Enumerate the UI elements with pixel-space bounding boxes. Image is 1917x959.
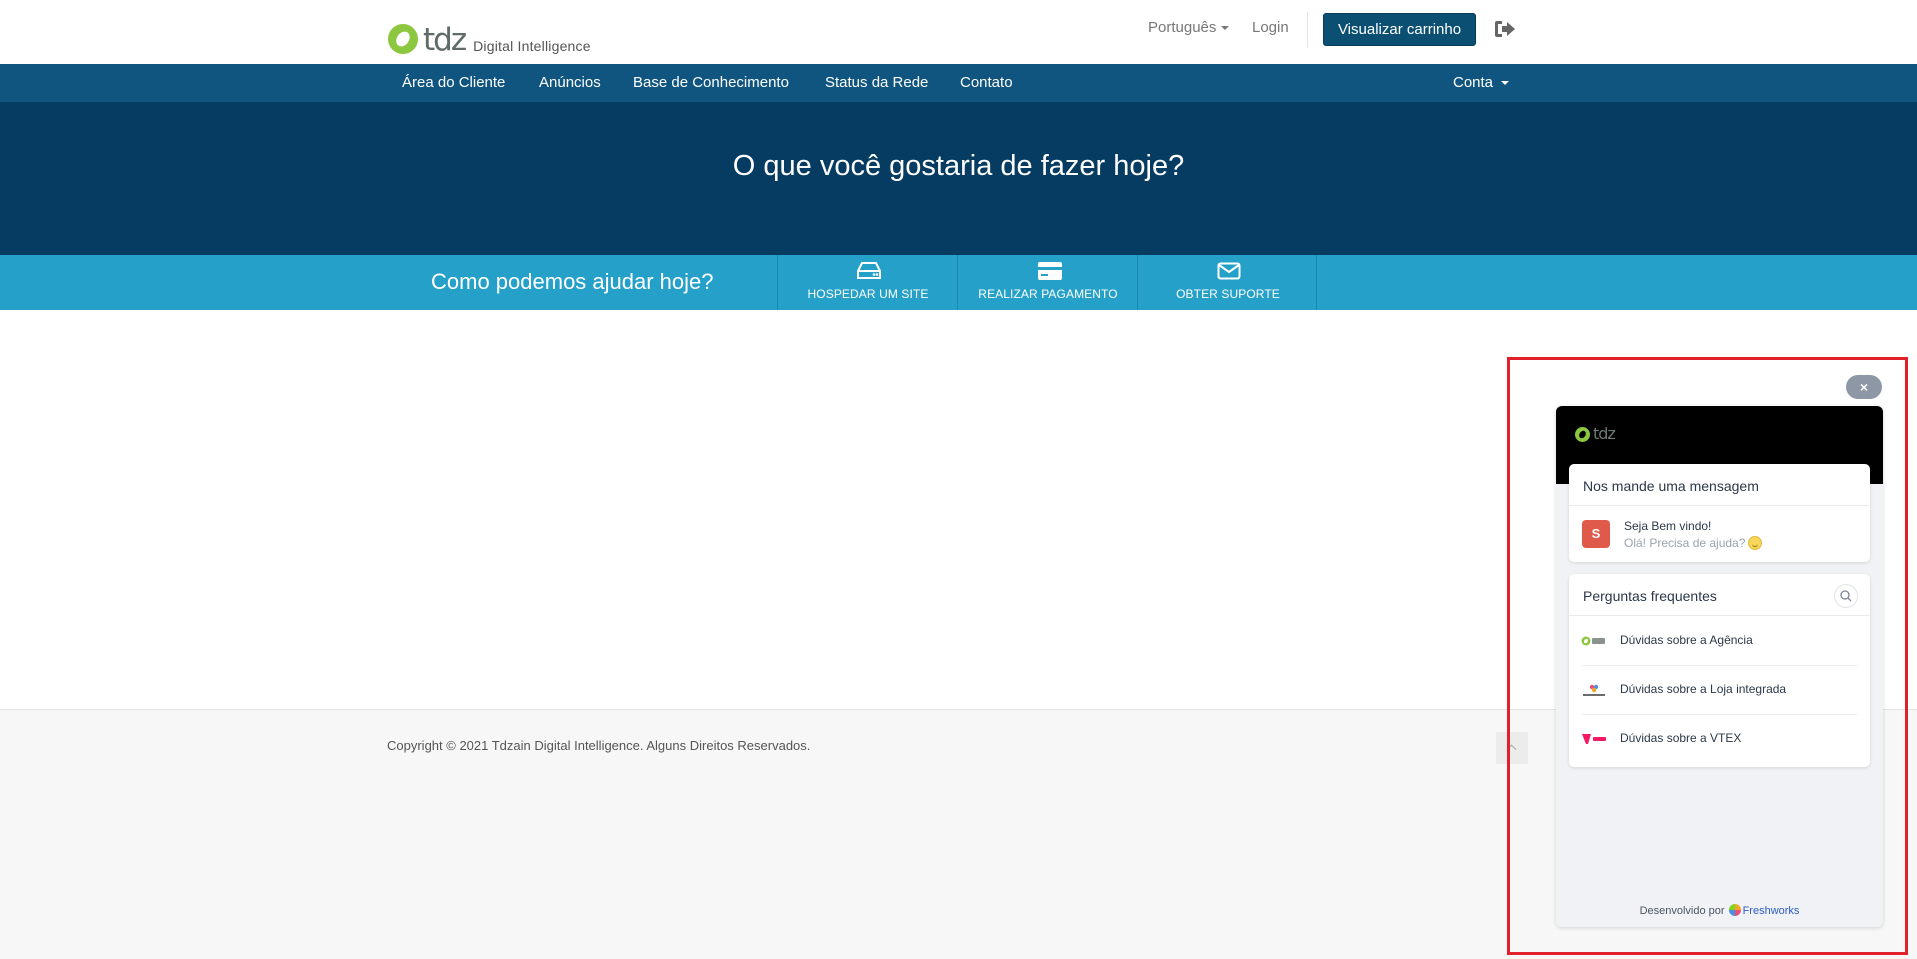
logo-text: tdz — [423, 22, 467, 58]
faq-search-button[interactable] — [1834, 584, 1858, 608]
nav-account-dropdown[interactable]: Conta — [1453, 74, 1510, 91]
faq-item-agency[interactable]: Dúvidas sobre a Agência — [1569, 616, 1870, 665]
host-site-label: HOSPEDAR UM SITE — [807, 287, 929, 301]
language-dropdown[interactable]: Português — [1148, 19, 1230, 36]
host-site-button[interactable]: HOSPEDAR UM SITE — [777, 255, 957, 310]
faq-item-vtex[interactable]: Dúvidas sobre a VTEX — [1569, 714, 1870, 763]
get-support-button[interactable]: OBTER SUPORTE — [1137, 255, 1317, 310]
nav-announcements[interactable]: Anúncios — [539, 74, 601, 91]
logout-icon[interactable] — [1494, 20, 1516, 38]
widget-close-button[interactable]: × — [1846, 375, 1882, 399]
nav-network-status[interactable]: Status da Rede — [825, 74, 928, 91]
server-icon — [857, 262, 881, 279]
powered-by[interactable]: Desenvolvido por Freshworks — [1556, 904, 1883, 917]
faq-card: Perguntas frequentes Dúvidas sobre a Agê… — [1569, 574, 1870, 767]
site-header: tdz Digital Intelligence Português Login… — [0, 0, 1917, 64]
search-icon — [1840, 590, 1852, 602]
get-support-label: OBTER SUPORTE — [1176, 287, 1280, 301]
copyright-text: Copyright © 2021 Tdzain Digital Intellig… — [387, 738, 811, 753]
faq-item-loja-integrada[interactable]: Dúvidas sobre a Loja integrada — [1569, 665, 1870, 714]
chat-widget: tdz Nos mande uma mensagem S Seja Bem vi… — [1556, 406, 1883, 927]
logo-subtitle: Digital Intelligence — [473, 38, 591, 54]
nav-contact[interactable]: Contato — [960, 74, 1013, 91]
powered-by-text: Desenvolvido por — [1639, 905, 1725, 917]
view-cart-button[interactable]: Visualizar carrinho — [1323, 13, 1476, 46]
loja-integrada-logo-icon — [1583, 684, 1605, 696]
tdz-logo-icon — [1581, 636, 1605, 646]
widget-logo: tdz — [1574, 424, 1616, 443]
message-card[interactable]: Nos mande uma mensagem S Seja Bem vindo!… — [1569, 464, 1870, 562]
logo-mark-icon — [1575, 426, 1590, 442]
smiley-icon — [1748, 536, 1763, 550]
faq-item-label: Dúvidas sobre a Loja integrada — [1620, 682, 1787, 696]
make-payment-button[interactable]: REALIZAR PAGAMENTO — [957, 255, 1137, 310]
welcome-subtext: Olá! Precisa de ajuda? — [1624, 536, 1763, 550]
credit-card-icon — [1038, 262, 1062, 280]
account-label: Conta — [1453, 74, 1494, 91]
site-logo[interactable]: tdz Digital Intelligence — [386, 18, 591, 56]
message-card-title: Nos mande uma mensagem — [1569, 464, 1870, 506]
welcome-subtext-text: Olá! Precisa de ajuda? — [1624, 536, 1746, 550]
hero-title: O que você gostaria de fazer hoje? — [732, 150, 1185, 182]
caret-down-icon — [1501, 81, 1510, 86]
freshworks-brand: Freshworks — [1742, 905, 1800, 917]
vtex-logo-icon — [1582, 734, 1606, 744]
faq-item-label: Dúvidas sobre a VTEX — [1620, 731, 1742, 745]
make-payment-label: REALIZAR PAGAMENTO — [978, 287, 1118, 301]
nav-knowledgebase[interactable]: Base de Conhecimento — [633, 74, 789, 91]
hero-banner: O que você gostaria de fazer hoje? — [0, 102, 1917, 255]
faq-header: Perguntas frequentes — [1569, 574, 1870, 616]
help-bar: Como podemos ajudar hoje? HOSPEDAR UM SI… — [0, 255, 1917, 310]
login-link[interactable]: Login — [1252, 19, 1289, 36]
caret-down-icon — [1221, 26, 1230, 31]
header-divider — [1307, 12, 1308, 48]
faq-title: Perguntas frequentes — [1583, 588, 1717, 604]
main-nav: Área do Cliente Anúncios Base de Conheci… — [0, 64, 1917, 102]
welcome-title: Seja Bem vindo! — [1624, 519, 1712, 533]
help-heading: Como podemos ajudar hoje? — [431, 269, 714, 294]
avatar: S — [1582, 520, 1610, 548]
language-label: Português — [1148, 19, 1217, 36]
logo-mark-icon — [388, 24, 418, 54]
nav-client-area[interactable]: Área do Cliente — [402, 74, 505, 91]
freshworks-logo-icon — [1728, 904, 1741, 916]
faq-item-label: Dúvidas sobre a Agência — [1620, 633, 1753, 647]
envelope-icon — [1217, 262, 1241, 280]
widget-logo-text: tdz — [1593, 424, 1616, 443]
